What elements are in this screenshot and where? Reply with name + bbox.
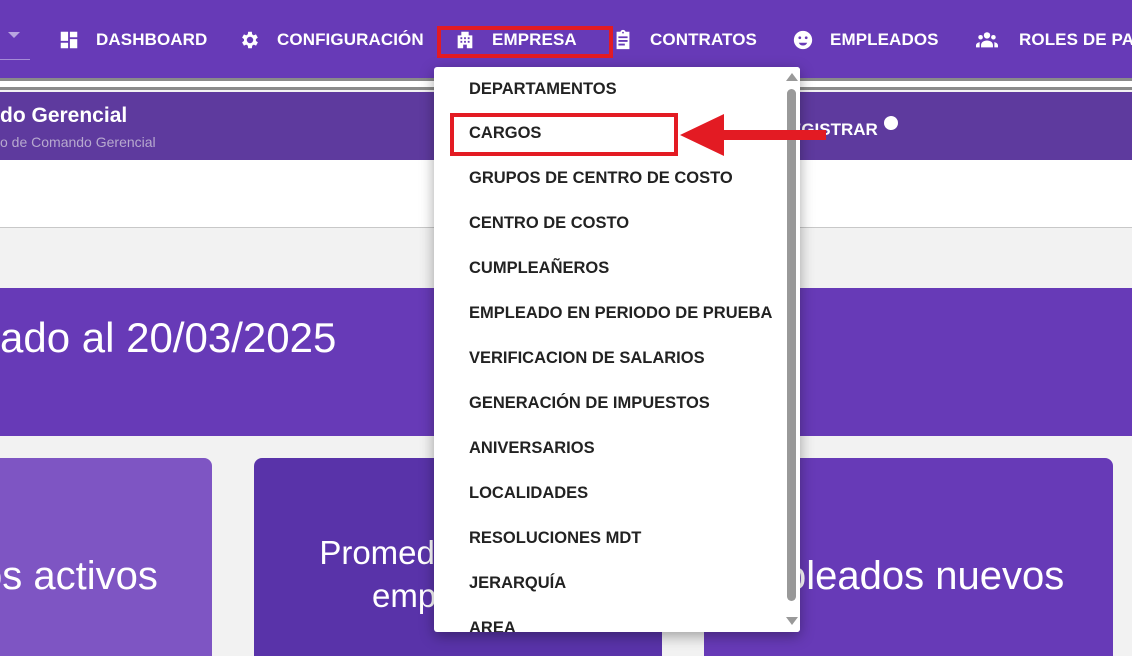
card-label: Promed emp bbox=[318, 532, 436, 618]
nav-item-label: DASHBOARD bbox=[96, 30, 208, 49]
menu-item-resoluciones-mdt[interactable]: RESOLUCIONES MDT bbox=[434, 516, 780, 561]
dashboard-icon bbox=[60, 31, 78, 49]
card-label: oleados nuevos bbox=[784, 554, 1065, 598]
chevron-down-icon bbox=[8, 32, 20, 38]
card-label-line1: Promed bbox=[319, 534, 435, 571]
menu-item-centro-costo[interactable]: CENTRO DE COSTO bbox=[434, 201, 780, 246]
annotation-arrow-icon bbox=[680, 114, 826, 156]
empresa-highlight-box bbox=[437, 26, 613, 58]
scroll-up-icon[interactable] bbox=[786, 73, 798, 81]
page-subtitle: o de Comando Gerencial bbox=[0, 134, 156, 150]
nav-item-dashboard[interactable]: DASHBOARD bbox=[58, 26, 207, 54]
status-dot-icon bbox=[884, 116, 898, 130]
nav-item-label: CONFIGURACIÓN bbox=[277, 30, 424, 49]
scroll-down-icon[interactable] bbox=[786, 617, 798, 625]
menu-item-periodo-prueba[interactable]: EMPLEADO EN PERIODO DE PRUEBA bbox=[434, 291, 780, 336]
menu-item-grupos-centro-costo[interactable]: GRUPOS DE CENTRO DE COSTO bbox=[434, 156, 780, 201]
nav-item-empleados[interactable]: EMPLEADOS bbox=[792, 26, 939, 54]
nav-item-contratos[interactable]: CONTRATOS bbox=[612, 26, 757, 54]
menu-item-verificacion-salarios[interactable]: VERIFICACION DE SALARIOS bbox=[434, 336, 780, 381]
gear-icon bbox=[242, 31, 258, 49]
nav-item-roles-de-pago[interactable]: ROLES DE PAG bbox=[971, 26, 1132, 54]
clipboard-icon bbox=[616, 29, 630, 50]
group-icon bbox=[976, 32, 998, 48]
face-icon bbox=[793, 30, 813, 50]
menu-item-departamentos[interactable]: DEPARTAMENTOS bbox=[434, 67, 780, 111]
cargos-highlight-box bbox=[450, 113, 678, 156]
scrollbar-thumb[interactable] bbox=[787, 89, 796, 601]
menu-item-cumpleaneros[interactable]: CUMPLEAÑEROS bbox=[434, 246, 780, 291]
menu-item-area[interactable]: AREA bbox=[434, 606, 780, 632]
nav-item-label: ROLES DE PAG bbox=[1019, 30, 1132, 49]
page-title: do Gerencial bbox=[0, 104, 128, 127]
menu-item-localidades[interactable]: LOCALIDADES bbox=[434, 471, 780, 516]
banner-text: ado al 20/03/2025 bbox=[0, 314, 337, 361]
menu-item-aniversarios[interactable]: ANIVERSARIOS bbox=[434, 426, 780, 471]
nav-select-dropdown[interactable] bbox=[0, 20, 30, 60]
menu-item-jerarquia[interactable]: JERARQUÍA bbox=[434, 561, 780, 606]
card-label-line2: emp bbox=[372, 576, 437, 614]
card-active-employees[interactable]: os activos bbox=[0, 458, 212, 656]
menu-item-generacion-impuestos[interactable]: GENERACIÓN DE IMPUESTOS bbox=[434, 381, 780, 426]
card-label: os activos bbox=[0, 554, 158, 598]
nav-item-label: EMPLEADOS bbox=[830, 30, 939, 49]
nav-item-label: CONTRATOS bbox=[650, 30, 757, 49]
nav-item-configuracion[interactable]: CONFIGURACIÓN bbox=[239, 26, 424, 54]
